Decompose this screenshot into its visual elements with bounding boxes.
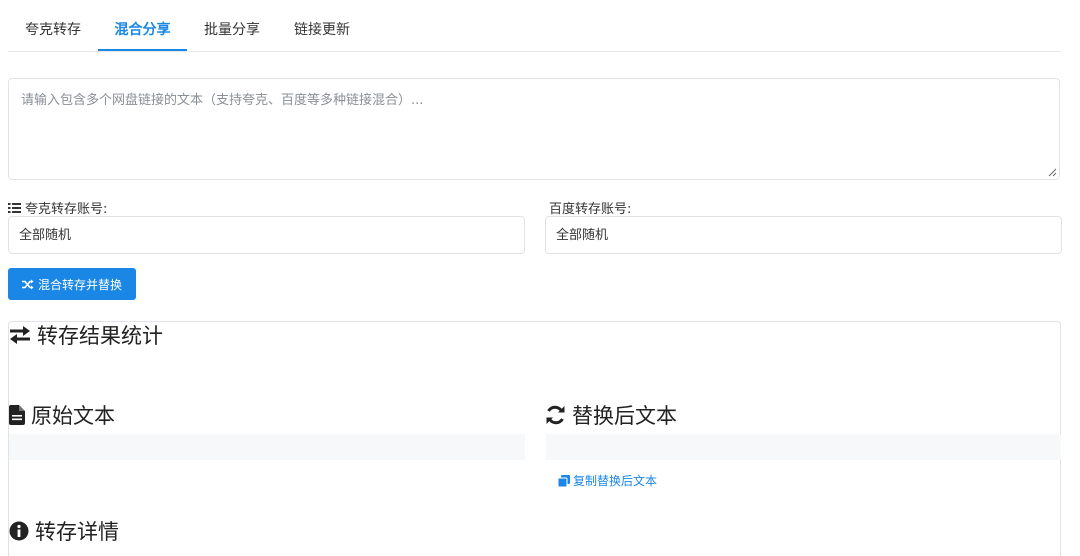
baidu-account-label: 百度转存账号: [549,198,631,217]
copy-icon [558,474,570,487]
replaced-text-section-title: 替换后文本 [545,401,677,429]
original-text-section-title: 原始文本 [9,401,115,429]
tab-bar: 夸克转存 混合分享 批量分享 链接更新 [8,0,1061,52]
mix-transfer-replace-label: 混合转存并替换 [37,277,122,292]
shuffle-icon [21,279,34,289]
copy-replaced-text-button[interactable]: 复制替换后文本 [558,472,657,489]
text-input-container [8,78,1060,180]
file-text-icon [9,405,25,425]
quark-account-label-text: 夸克转存账号: [25,202,108,217]
links-text-input[interactable] [9,79,1059,179]
sync-icon [546,405,565,425]
details-section-title: 转存详情 [9,517,119,545]
list-icon [8,202,21,213]
copy-replaced-text-label: 复制替换后文本 [573,474,658,488]
stats-title-text: 转存结果统计 [37,324,163,348]
tab-mixed-share[interactable]: 混合分享 [98,0,187,51]
original-text-content [9,434,525,460]
resize-grip-icon[interactable] [1048,168,1057,177]
replaced-text-content [546,434,1061,460]
baidu-account-select[interactable]: 全部随机 [545,216,1062,254]
page: 夸克转存 混合分享 批量分享 链接更新 夸克转存账号: 全部随机 百度转存账号:… [0,0,1080,556]
tab-quark-transfer[interactable]: 夸克转存 [8,0,98,51]
original-text-title: 原始文本 [31,404,115,428]
quark-account-select[interactable]: 全部随机 [8,216,525,254]
tab-link-update[interactable]: 链接更新 [280,0,364,51]
info-circle-icon [9,521,29,541]
details-title-text: 转存详情 [35,520,119,544]
quark-account-label: 夸克转存账号: [8,198,107,217]
exchange-arrows-icon [10,326,30,344]
mix-transfer-replace-button[interactable]: 混合转存并替换 [8,268,136,300]
stats-section-title: 转存结果统计 [9,321,163,349]
baidu-account-label-text: 百度转存账号: [549,202,632,217]
tab-batch-share[interactable]: 批量分享 [191,0,273,51]
replaced-text-title: 替换后文本 [572,404,677,428]
